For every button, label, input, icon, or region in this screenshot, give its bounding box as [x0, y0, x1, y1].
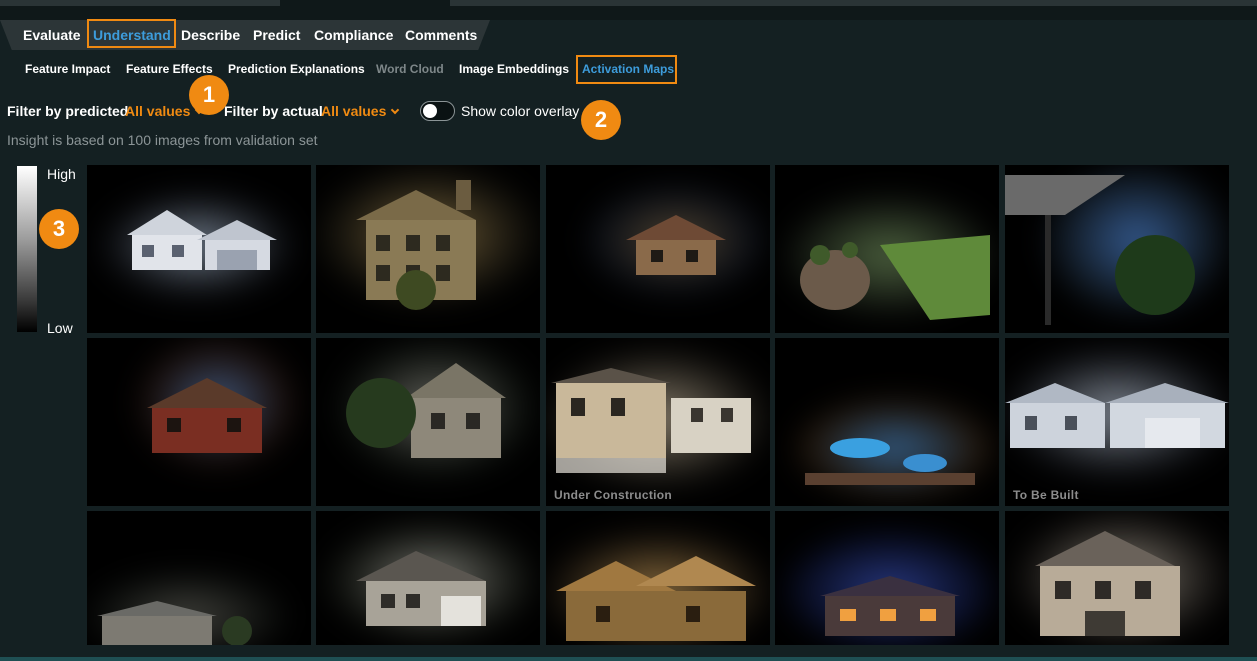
toggle-knob — [423, 104, 437, 118]
house-image — [1005, 383, 1229, 448]
house-image — [556, 556, 756, 641]
house-image — [356, 551, 486, 626]
subtab-word-cloud: Word Cloud — [376, 62, 444, 76]
tab-compliance[interactable]: Compliance — [314, 20, 393, 50]
activation-map-image[interactable] — [775, 165, 999, 333]
house-image — [1005, 175, 1195, 325]
tab-understand[interactable]: Understand — [93, 20, 171, 50]
activation-map-image[interactable] — [546, 511, 770, 645]
activation-map-image[interactable] — [87, 165, 311, 333]
top-bar-segment — [0, 0, 280, 6]
filter-actual-label: Filter by actual — [224, 103, 323, 119]
activation-map-image[interactable] — [546, 165, 770, 333]
filter-predicted-label: Filter by predicted — [7, 103, 129, 119]
house-image — [127, 210, 277, 270]
activation-map-image[interactable] — [775, 511, 999, 645]
subtab-activation-maps[interactable]: Activation Maps — [582, 60, 674, 78]
top-bar — [0, 0, 1257, 20]
legend-high-label: High — [47, 166, 76, 182]
activation-map-image[interactable] — [775, 338, 999, 506]
tab-predict[interactable]: Predict — [253, 20, 300, 50]
insight-info-text: Insight is based on 100 images from vali… — [7, 132, 318, 148]
activation-map-image[interactable]: Under Construction — [546, 338, 770, 506]
subtab-prediction-explanations[interactable]: Prediction Explanations — [228, 60, 365, 78]
house-image — [147, 378, 267, 453]
filter-actual-value: All values — [321, 103, 387, 119]
subtab-feature-effects[interactable]: Feature Effects — [126, 60, 213, 78]
house-image — [356, 180, 476, 310]
house-image — [551, 368, 751, 473]
activation-map-image[interactable] — [1005, 511, 1229, 645]
house-image — [346, 363, 506, 458]
subtab-feature-impact[interactable]: Feature Impact — [25, 60, 110, 78]
activation-map-image[interactable] — [87, 511, 311, 645]
color-overlay-toggle[interactable] — [420, 101, 455, 121]
house-image — [626, 215, 726, 275]
callout-badge-1: 1 — [189, 75, 229, 115]
callout-badge-2: 2 — [581, 100, 621, 140]
chevron-down-icon — [391, 105, 400, 115]
filter-actual-dropdown[interactable]: All values — [321, 102, 400, 120]
activation-legend-gradient — [17, 166, 37, 332]
activation-map-image[interactable] — [316, 165, 540, 333]
legend-low-label: Low — [47, 320, 73, 336]
color-overlay-label: Show color overlay — [461, 103, 580, 119]
tab-comments[interactable]: Comments — [405, 20, 477, 50]
top-bar-segment — [450, 0, 1257, 6]
activation-map-image[interactable] — [316, 511, 540, 645]
subtab-image-embeddings[interactable]: Image Embeddings — [459, 60, 569, 78]
bottom-border — [0, 657, 1257, 661]
house-image — [1035, 531, 1180, 636]
house-image — [97, 601, 252, 645]
activation-map-image[interactable]: To Be Built — [1005, 338, 1229, 506]
house-image — [800, 235, 990, 320]
image-caption: Under Construction — [554, 488, 673, 502]
activation-map-image[interactable] — [1005, 165, 1229, 333]
house-image — [820, 576, 960, 636]
tab-describe[interactable]: Describe — [181, 20, 240, 50]
activation-map-image[interactable] — [316, 338, 540, 506]
house-image — [805, 438, 975, 485]
tab-evaluate[interactable]: Evaluate — [23, 20, 81, 50]
activation-map-image[interactable] — [87, 338, 311, 506]
image-caption: To Be Built — [1013, 488, 1079, 502]
callout-badge-3: 3 — [39, 209, 79, 249]
filter-predicted-value: All values — [125, 103, 191, 119]
